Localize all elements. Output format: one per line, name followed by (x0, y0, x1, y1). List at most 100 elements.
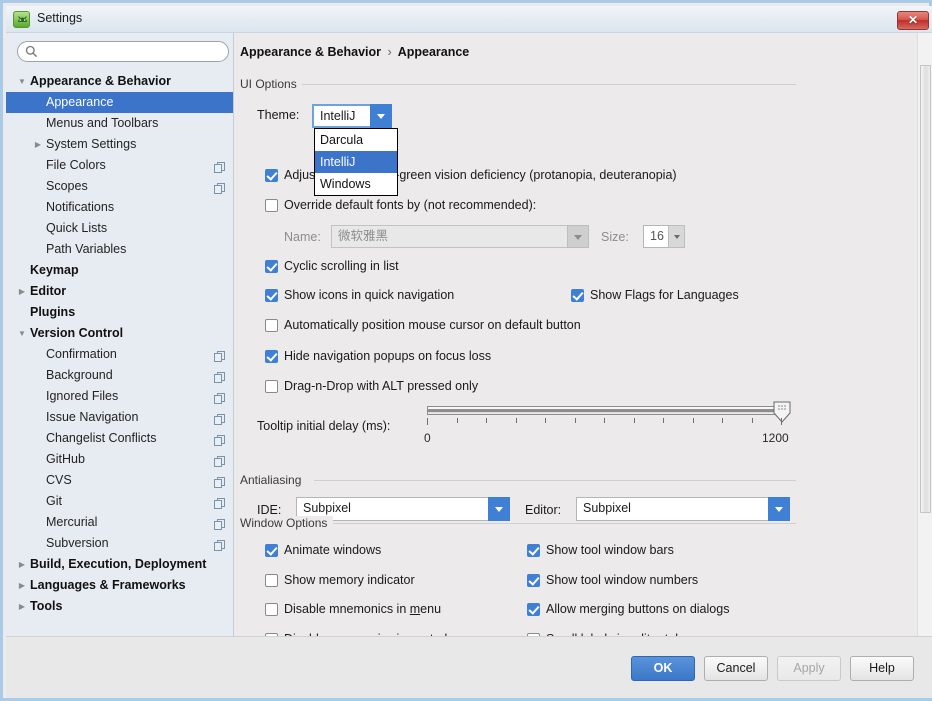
sidebar-item-ignored-files[interactable]: Ignored Files (6, 386, 233, 407)
chevron-right-icon[interactable]: ▶ (16, 575, 28, 596)
sidebar-item-version-control[interactable]: ▼ Version Control (6, 323, 233, 344)
theme-combo[interactable]: IntelliJ (312, 104, 392, 128)
theme-option-windows[interactable]: Windows (315, 173, 397, 195)
sidebar-item-file-colors[interactable]: File Colors (6, 155, 233, 176)
sidebar-item-build-execution-deployment[interactable]: ▶ Build, Execution, Deployment (6, 554, 233, 575)
sidebar-item-mercurial[interactable]: Mercurial (6, 512, 233, 533)
chevron-right-icon[interactable]: ▶ (16, 596, 28, 617)
font-name-combo: 微软雅黑 (331, 225, 589, 248)
section-title: Antialiasing (240, 473, 308, 487)
help-button[interactable]: Help (850, 656, 914, 681)
sidebar-item-label: Ignored Files (46, 389, 119, 403)
chevron-right-icon[interactable]: ▶ (32, 134, 44, 155)
slider-tick (516, 418, 517, 423)
override-fonts-label: Override default fonts by (not recommend… (284, 198, 537, 212)
search-input[interactable] (42, 44, 224, 61)
settings-content-panel: Appearance & Behavior › Appearance UI Op… (235, 33, 932, 636)
sidebar-item-label: Keymap (30, 263, 79, 277)
show-icons-quick-nav-label: Show icons in quick navigation (284, 288, 455, 302)
section-title: UI Options (240, 77, 303, 91)
theme-option-darcula[interactable]: Darcula (315, 129, 397, 151)
disable-mnemonics-menu-label: Disable mnemonics in menu (284, 602, 442, 616)
chevron-down-icon[interactable] (768, 497, 790, 521)
tooltip-delay-max-label: 1200 (762, 431, 789, 445)
sidebar-item-menus-and-toolbars[interactable]: Menus and Toolbars (6, 113, 233, 134)
chevron-down-icon[interactable]: ▼ (16, 323, 28, 344)
sidebar-item-keymap[interactable]: Keymap (6, 260, 233, 281)
drag-n-drop-alt-checkbox[interactable] (265, 380, 278, 393)
ok-button[interactable]: OK (631, 656, 695, 681)
slider-tick (457, 418, 458, 423)
show-tool-window-numbers-checkbox[interactable] (527, 574, 540, 587)
settings-tree[interactable]: ▼ Appearance & Behavior Appearance Menus an… (6, 71, 233, 617)
chevron-down-icon[interactable]: ▼ (16, 71, 28, 92)
show-icons-quick-nav-checkbox[interactable] (265, 289, 278, 302)
sidebar-item-scopes[interactable]: Scopes (6, 176, 233, 197)
allow-merging-buttons-checkbox[interactable] (527, 603, 540, 616)
sidebar-item-system-settings[interactable]: ▶ System Settings (6, 134, 233, 155)
cancel-button[interactable]: Cancel (704, 656, 768, 681)
slider-tick (752, 418, 753, 423)
sidebar-item-plugins[interactable]: Plugins (6, 302, 233, 323)
show-tool-window-bars-checkbox[interactable] (527, 544, 540, 557)
android-studio-icon (13, 11, 30, 28)
editor-antialiasing-combo[interactable]: Subpixel (576, 497, 790, 521)
sidebar-item-github[interactable]: GitHub (6, 449, 233, 470)
animate-windows-label: Animate windows (284, 543, 382, 557)
search-box[interactable] (17, 41, 229, 62)
disable-mnemonics-menu-checkbox[interactable] (265, 603, 278, 616)
adjust-colors-checkbox[interactable] (265, 169, 278, 182)
section-rule (333, 523, 796, 524)
breadcrumb-leaf: Appearance (397, 45, 470, 59)
override-fonts-checkbox[interactable] (265, 199, 278, 212)
sidebar-item-tools[interactable]: ▶ Tools (6, 596, 233, 617)
sidebar-item-issue-navigation[interactable]: Issue Navigation (6, 407, 233, 428)
sidebar-item-appearance-behavior[interactable]: ▼ Appearance & Behavior (6, 71, 233, 92)
sidebar-item-label: Scopes (46, 179, 88, 193)
ide-antialiasing-label: IDE: (257, 503, 282, 517)
sidebar-item-label: Git (46, 494, 62, 508)
hide-nav-popups-checkbox[interactable] (265, 350, 278, 363)
close-button[interactable]: ✕ (897, 11, 929, 30)
sidebar-item-languages-frameworks[interactable]: ▶ Languages & Frameworks (6, 575, 233, 596)
show-memory-indicator-checkbox[interactable] (265, 574, 278, 587)
sidebar-item-subversion[interactable]: Subversion (6, 533, 233, 554)
chevron-down-icon[interactable] (370, 104, 392, 128)
animate-windows-checkbox[interactable] (265, 544, 278, 557)
chevron-right-icon[interactable]: ▶ (16, 281, 28, 302)
theme-option-intellij[interactable]: IntelliJ (315, 151, 397, 173)
breadcrumb-root[interactable]: Appearance & Behavior (240, 45, 381, 59)
search-icon (25, 45, 38, 61)
show-flags-checkbox[interactable] (571, 289, 584, 302)
sidebar-item-notifications[interactable]: Notifications (6, 197, 233, 218)
chevron-down-icon (567, 225, 589, 248)
sidebar-item-path-variables[interactable]: Path Variables (6, 239, 233, 260)
content-scrollbar[interactable] (917, 33, 932, 636)
content-scrollbar-thumb[interactable] (920, 65, 931, 513)
auto-position-cursor-checkbox[interactable] (265, 319, 278, 332)
chevron-down-icon[interactable] (488, 497, 510, 521)
breadcrumb-separator: › (387, 45, 392, 59)
cyclic-scrolling-label: Cyclic scrolling in list (284, 259, 399, 273)
tooltip-delay-track[interactable] (427, 406, 782, 415)
cyclic-scrolling-checkbox[interactable] (265, 260, 278, 273)
sidebar-item-appearance[interactable]: Appearance (6, 92, 233, 113)
auto-position-cursor-label: Automatically position mouse cursor on d… (284, 318, 581, 332)
sidebar-item-quick-lists[interactable]: Quick Lists (6, 218, 233, 239)
sidebar-item-changelist-conflicts[interactable]: Changelist Conflicts (6, 428, 233, 449)
sidebar-item-git[interactable]: Git (6, 491, 233, 512)
sidebar-item-cvs[interactable]: CVS (6, 470, 233, 491)
chevron-right-icon[interactable]: ▶ (16, 554, 28, 575)
font-name-label: Name: (284, 230, 321, 244)
title-bar: Settings ✕ (6, 6, 932, 33)
sidebar-item-background[interactable]: Background (6, 365, 233, 386)
sidebar-item-confirmation[interactable]: Confirmation (6, 344, 233, 365)
window-title: Settings (37, 11, 83, 25)
show-tool-window-numbers-label: Show tool window numbers (546, 573, 699, 587)
sidebar-item-editor[interactable]: ▶ Editor (6, 281, 233, 302)
show-memory-indicator-label: Show memory indicator (284, 573, 415, 587)
theme-dropdown-popup[interactable]: Darcula IntelliJ Windows (314, 128, 398, 196)
section-rule (314, 480, 796, 481)
slider-tick (693, 418, 694, 423)
sidebar-item-label: Subversion (46, 536, 109, 550)
